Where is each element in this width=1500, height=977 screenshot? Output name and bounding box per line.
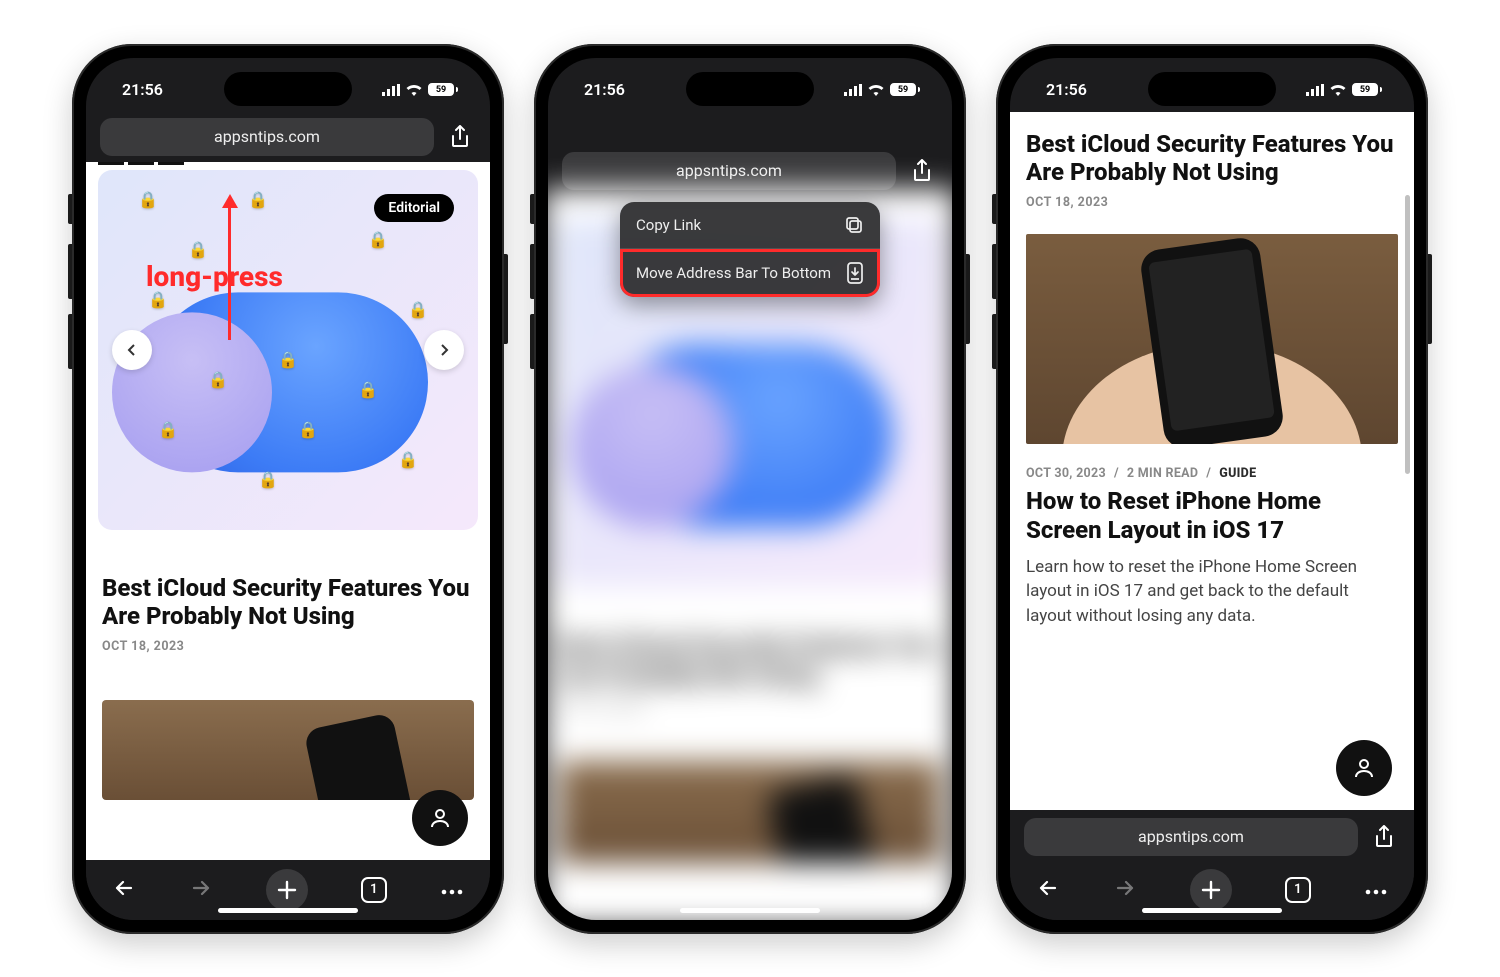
battery-indicator: 59	[428, 83, 458, 96]
dynamic-island	[686, 72, 814, 106]
post-meta: OCT 30, 2023 / 2 MIN READ / GUIDE	[1026, 466, 1398, 481]
address-bar[interactable]: appsntips.com	[562, 152, 896, 190]
menu-item-move-address-bar[interactable]: Move Address Bar To Bottom	[620, 249, 880, 297]
carousel-prev[interactable]	[112, 330, 152, 370]
share-icon	[912, 159, 932, 183]
chevron-left-icon	[125, 343, 139, 357]
post-title-2[interactable]: How to Reset iPhone Home Screen Layout i…	[1026, 487, 1398, 545]
phone-mockup-2: 21:56 59 appsntips.com	[534, 44, 966, 934]
status-time: 21:56	[1046, 80, 1087, 99]
home-indicator[interactable]	[218, 908, 358, 913]
arrow-right-icon	[1113, 876, 1137, 900]
meta-separator: /	[1114, 466, 1119, 481]
post-thumbnail-2[interactable]	[102, 700, 474, 800]
copy-icon	[844, 215, 864, 235]
ellipsis-icon	[440, 889, 464, 895]
status-time: 21:56	[122, 80, 163, 99]
post-excerpt: Learn how to reset the iPhone Home Scree…	[1026, 555, 1398, 629]
address-bar[interactable]: appsntips.com	[1024, 818, 1358, 856]
address-bar-domain: appsntips.com	[214, 127, 320, 146]
tabs-button[interactable]: 1	[361, 877, 387, 903]
post-date-1: OCT 18, 2023	[1026, 195, 1398, 210]
meta-readtime: 2 MIN READ	[1127, 466, 1198, 481]
status-time: 21:56	[584, 80, 625, 99]
user-fab[interactable]	[1336, 740, 1392, 796]
page-content[interactable]: 🔒 🔒 🔒 🔒 🔒 🔒 🔒 🔒 🔒 🔒 🔒 🔒 🔒 Editorial	[86, 162, 490, 860]
address-bar-domain: appsntips.com	[676, 161, 782, 180]
arrow-right-icon	[189, 876, 213, 900]
address-bar-container-bottom: appsntips.com	[1010, 810, 1414, 860]
phone-mockup-3: 21:56 59 Best iCloud Security Features Y…	[996, 44, 1428, 934]
editorial-tag: Editorial	[374, 194, 454, 222]
address-bar-domain: appsntips.com	[1138, 827, 1244, 846]
chevron-right-icon	[437, 343, 451, 357]
menu-button[interactable]	[440, 880, 464, 899]
phone-mockup-1: 21:56 59 appsntips.com 🔒	[72, 44, 504, 934]
post-thumbnail-guide[interactable]	[1026, 234, 1398, 444]
user-icon	[1352, 756, 1376, 780]
cellular-icon	[1306, 84, 1324, 96]
new-tab-button[interactable]	[1190, 869, 1232, 911]
home-indicator[interactable]	[680, 908, 820, 913]
cellular-icon	[844, 84, 862, 96]
annotation-arrow	[228, 170, 231, 340]
arrow-left-icon	[1036, 876, 1060, 900]
menu-button[interactable]	[1364, 880, 1388, 899]
address-bar-container: appsntips.com	[86, 112, 490, 162]
dynamic-island	[1148, 72, 1276, 106]
back-button[interactable]	[112, 876, 136, 904]
share-icon	[450, 125, 470, 149]
user-icon	[428, 806, 452, 830]
menu-item-label: Copy Link	[636, 216, 701, 234]
wifi-icon	[405, 83, 423, 96]
share-icon	[1374, 825, 1394, 849]
battery-indicator: 59	[1352, 83, 1382, 96]
meta-date: OCT 30, 2023	[1026, 466, 1106, 481]
share-button[interactable]	[444, 121, 476, 153]
meta-separator: /	[1206, 466, 1211, 481]
post-title-1[interactable]: Best iCloud Security Features You Are Pr…	[1026, 130, 1398, 188]
wifi-icon	[867, 83, 885, 96]
tabs-button[interactable]: 1	[1285, 877, 1311, 903]
post-title[interactable]: Best iCloud Security Features You Are Pr…	[102, 574, 474, 632]
meta-category[interactable]: GUIDE	[1219, 466, 1256, 481]
share-button[interactable]	[906, 155, 938, 187]
tab-count: 1	[370, 882, 377, 897]
menu-item-copy-link[interactable]: Copy Link	[620, 202, 880, 248]
forward-button[interactable]	[189, 876, 213, 904]
page-content-blurred: Best iCloud Security Features You Are Pr…	[548, 188, 952, 919]
share-button[interactable]	[1368, 821, 1400, 853]
forward-button[interactable]	[1113, 876, 1137, 904]
post-date: OCT 18, 2023	[102, 639, 474, 654]
dynamic-island	[224, 72, 352, 106]
cellular-icon	[382, 84, 400, 96]
user-fab[interactable]	[412, 790, 468, 846]
battery-indicator: 59	[890, 83, 920, 96]
page-content[interactable]: Best iCloud Security Features You Are Pr…	[1010, 112, 1414, 810]
home-indicator[interactable]	[1142, 908, 1282, 913]
ellipsis-icon	[1364, 889, 1388, 895]
annotation-longpress-label: long-press	[146, 260, 283, 293]
new-tab-button[interactable]	[266, 869, 308, 911]
context-menu: Copy Link Move Address Bar To Bottom	[620, 202, 880, 297]
plus-icon	[276, 879, 298, 901]
address-bar[interactable]: appsntips.com	[100, 118, 434, 156]
carousel-next[interactable]	[424, 330, 464, 370]
hero-card[interactable]: 🔒 🔒 🔒 🔒 🔒 🔒 🔒 🔒 🔒 🔒 🔒 🔒 🔒 Editorial	[98, 170, 478, 530]
back-button[interactable]	[1036, 876, 1060, 904]
scroll-indicator[interactable]	[1405, 195, 1410, 474]
wifi-icon	[1329, 83, 1347, 96]
move-to-bottom-icon	[846, 262, 864, 284]
tab-count: 1	[1294, 882, 1301, 897]
menu-item-label: Move Address Bar To Bottom	[636, 264, 831, 282]
arrow-left-icon	[112, 876, 136, 900]
plus-icon	[1200, 879, 1222, 901]
